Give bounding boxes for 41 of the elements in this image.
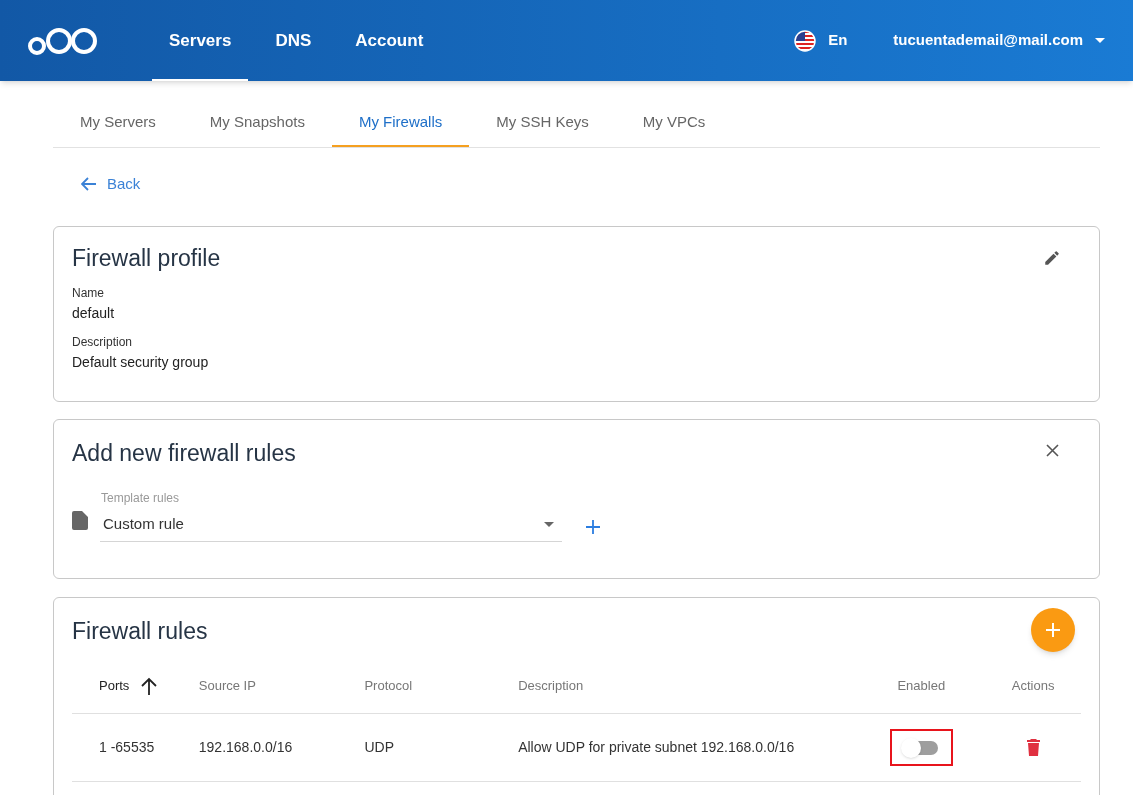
tab[interactable]: My Snapshots [182,99,332,147]
column-header: Enabled [897,678,946,693]
table-cell: 192.168.0.0/16 [198,739,293,756]
column-header: Actions [1011,678,1055,693]
table-cell: 1 -65535 [99,739,155,756]
nav-link[interactable]: Account [338,0,441,81]
plus-icon [1046,623,1060,638]
add-icon[interactable] [586,520,600,535]
card-title: Add new firewall rules [72,439,296,469]
nav-link[interactable]: DNS [258,0,329,81]
account-email[interactable]: tucuentademail@mail.com [893,29,1083,52]
field-label: Description [72,334,134,351]
card-title: Firewall profile [72,244,221,274]
tab[interactable]: My Firewalls [331,99,470,147]
table-cell: UDP [364,739,394,756]
template-select[interactable]: Template rules Custom rule [100,488,562,543]
sort-arrow-up-icon[interactable] [141,676,158,695]
edit-icon[interactable] [1043,249,1061,268]
flag-icon [794,29,817,52]
back-link[interactable]: Back [81,173,141,196]
field-value: default [72,304,116,323]
tab[interactable]: My VPCs [615,99,733,147]
close-icon[interactable] [1046,444,1059,458]
column-header: Protocol [364,678,413,693]
table-cell: Allow UDP for private subnet 192.168.0.0/16 [518,739,795,756]
logo-icon [28,25,98,56]
column-header: Description [518,678,584,693]
tab[interactable]: My Servers [53,99,183,147]
trash-icon[interactable] [1026,739,1040,757]
arrow-left-icon [81,177,97,192]
field-label: Name [72,285,105,302]
tab[interactable]: My SSH Keys [469,99,616,147]
card-title: Firewall rules [72,617,208,647]
language-label[interactable]: En [828,29,848,52]
column-header: Source IP [198,678,256,693]
column-header[interactable]: Ports [99,676,130,696]
document-icon [72,511,88,531]
caret-icon[interactable] [1095,38,1105,43]
nav-link[interactable]: Servers [152,0,249,81]
field-value: Default security group [72,353,210,372]
caret-icon [544,521,554,527]
